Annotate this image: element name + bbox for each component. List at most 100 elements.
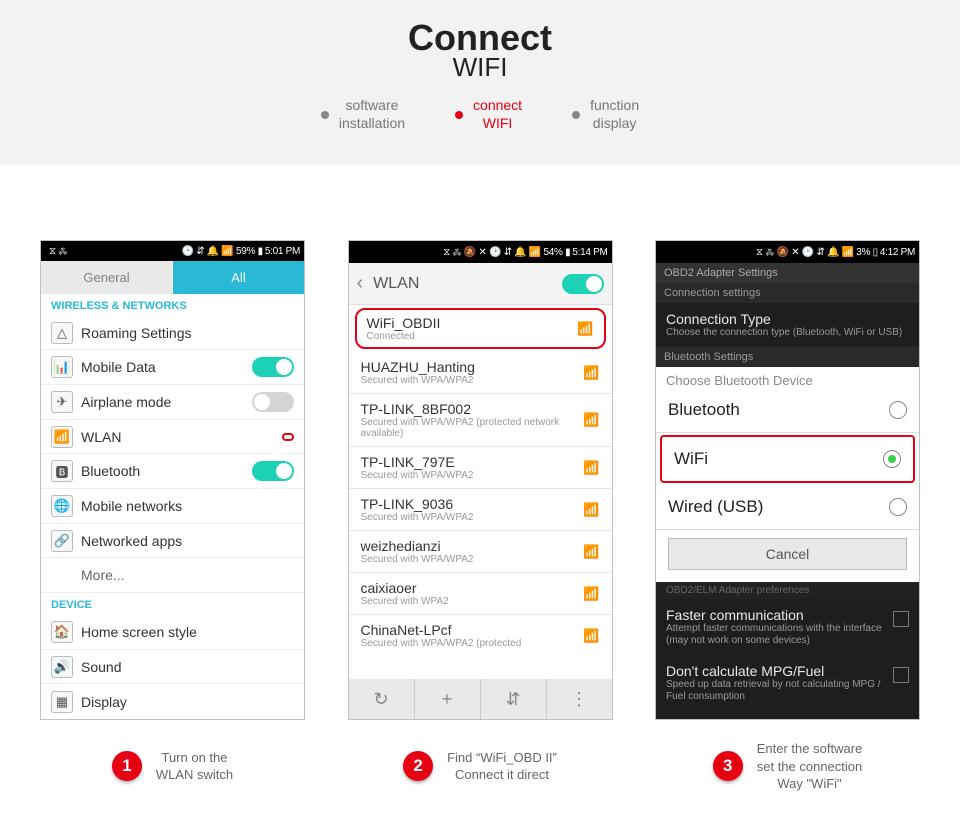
row-airplane[interactable]: ✈ Airplane mode xyxy=(41,385,304,420)
opt-wired[interactable]: Wired (USB) xyxy=(656,485,919,530)
airplane-icon: ✈ xyxy=(51,391,73,413)
wifi-signal-icon: 📶 xyxy=(583,365,599,381)
wifi-obdii-highlight[interactable]: WiFi_OBDII Connected 📶 xyxy=(355,308,606,349)
caption-1: 1 Turn on theWLAN switch xyxy=(40,740,305,793)
row-home-screen[interactable]: 🏠 Home screen style xyxy=(41,615,304,650)
item-faster-comm[interactable]: Faster communication Attempt faster comm… xyxy=(656,599,919,655)
dot-icon xyxy=(455,111,463,119)
toggle-on[interactable] xyxy=(252,357,294,377)
tab-all[interactable]: All xyxy=(172,261,304,294)
row-more[interactable]: More... xyxy=(41,558,304,593)
phone-wlan: ⧖ ⁂ 🔕 ✕ 🕑 ⇵ 🔔 📶 54% ▮ 5:14 PM ‹ WLAN WiF… xyxy=(348,240,613,720)
row-mobile-data[interactable]: 📊 Mobile Data xyxy=(41,350,304,385)
toggle-off[interactable] xyxy=(252,392,294,412)
radio-selected-icon xyxy=(883,450,901,468)
wifi-signal-icon: 📶 xyxy=(577,321,593,337)
status-bar: ⧖ ⁂ 🔕 ✕ 🕑 ⇵ 🔔 📶 54% ▮ 5:14 PM xyxy=(349,241,612,263)
app-title: OBD2 Adapter Settings xyxy=(656,263,919,283)
row-roaming[interactable]: △ Roaming Settings xyxy=(41,316,304,351)
row-label: Display xyxy=(81,694,294,710)
refresh-icon[interactable]: ↻ xyxy=(349,679,415,719)
checkbox-icon[interactable] xyxy=(893,611,909,627)
sort-icon[interactable]: ⇵ xyxy=(481,679,547,719)
row-label: Roaming Settings xyxy=(81,325,294,341)
row-label: Home screen style xyxy=(81,624,294,640)
row-wlan[interactable]: 📶 WLAN xyxy=(41,420,304,455)
netapps-icon: 🔗 xyxy=(51,530,73,552)
row-sound[interactable]: 🔊 Sound xyxy=(41,650,304,685)
bottom-action-bar: ↻ + ⇵ ⋮ xyxy=(349,679,612,719)
row-networked-apps[interactable]: 🔗 Networked apps xyxy=(41,524,304,559)
phone-obd-settings: ⧖ ⁂ 🔕 ✕ 🕑 ⇵ 🔔 📶 3% ▯ 4:12 PM OBD2 Adapte… xyxy=(655,240,920,720)
bullet-software: softwareinstallation xyxy=(321,97,405,132)
row-mobile-networks[interactable]: 🌐 Mobile networks xyxy=(41,489,304,524)
wifi-item[interactable]: weizhedianziSecured with WPA/WPA2📶 xyxy=(349,531,612,573)
wifi-item[interactable]: TP-LINK_9036Secured with WPA/WPA2📶 xyxy=(349,489,612,531)
bullet-row: softwareinstallation connectWIFI functio… xyxy=(0,97,960,132)
top-banner: Connect WIFI softwareinstallation connec… xyxy=(0,0,960,165)
section-bluetooth: Bluetooth Settings xyxy=(656,347,919,367)
wifi-item[interactable]: ChinaNet-LPcfSecured with WPA/WPA2 (prot… xyxy=(349,615,612,656)
wifi-item[interactable]: caixiaoerSecured with WPA2📶 xyxy=(349,573,612,615)
wifi-status: Connected xyxy=(367,331,578,342)
status-left-icons: ⧖ ⁂ xyxy=(45,246,180,257)
row-label: Sound xyxy=(81,659,294,675)
wlan-toggle-highlight xyxy=(282,433,294,441)
banner-subtitle: WIFI xyxy=(0,52,960,83)
overflow-icon[interactable]: ⋮ xyxy=(547,679,612,719)
status-right-icons: 🕑 ⇵ 🔔 📶 59% ▮ xyxy=(182,246,263,257)
wlan-icon: 📶 xyxy=(51,426,73,448)
connection-dialog: Choose Bluetooth Device Bluetooth WiFi W… xyxy=(656,367,919,582)
step-number-icon: 2 xyxy=(403,751,433,781)
wifi-signal-icon: 📶 xyxy=(583,586,599,602)
row-bluetooth[interactable]: 🅱 Bluetooth xyxy=(41,454,304,489)
wifi-signal-icon: 📶 xyxy=(583,460,599,476)
section-adapter-prefs: OBD2/ELM Adapter preferences xyxy=(656,582,919,599)
tab-general[interactable]: General xyxy=(41,261,172,294)
banner-title: Connect xyxy=(0,20,960,56)
roaming-icon: △ xyxy=(51,322,73,344)
row-label: WLAN xyxy=(81,429,274,445)
sound-icon: 🔊 xyxy=(51,656,73,678)
row-label: Airplane mode xyxy=(81,394,244,410)
checkbox-icon[interactable] xyxy=(893,667,909,683)
wlan-master-toggle[interactable] xyxy=(562,274,604,294)
status-bar: ⧖ ⁂ 🔕 ✕ 🕑 ⇵ 🔔 📶 3% ▯ 4:12 PM xyxy=(656,241,919,263)
add-icon[interactable]: + xyxy=(415,679,481,719)
display-icon: ▦ xyxy=(51,691,73,713)
bullet-connect: connectWIFI xyxy=(455,97,522,132)
dialog-title-hint: Choose Bluetooth Device xyxy=(656,367,919,388)
status-time: 5:01 PM xyxy=(265,246,300,257)
item-mpg[interactable]: Don't calculate MPG/Fuel Speed up data r… xyxy=(656,655,919,711)
item-connection-type[interactable]: Connection Type Choose the connection ty… xyxy=(656,303,919,347)
bullet-function: functiondisplay xyxy=(572,97,639,132)
bluetooth-icon: 🅱 xyxy=(51,460,73,482)
caption-3: 3 Enter the softwareset the connectionWa… xyxy=(655,740,920,793)
section-connection: Connection settings xyxy=(656,283,919,303)
row-label: Bluetooth xyxy=(81,463,244,479)
back-icon[interactable]: ‹ xyxy=(357,272,364,295)
toggle-on[interactable] xyxy=(252,461,294,481)
tabs: General All xyxy=(41,261,304,294)
row-label: Networked apps xyxy=(81,533,294,549)
caption-2: 2 Find “WiFi_OBD II”Connect it direct xyxy=(348,740,613,793)
wlan-title: WLAN xyxy=(373,275,551,293)
row-label: Mobile Data xyxy=(81,359,244,375)
cancel-button[interactable]: Cancel xyxy=(668,538,907,570)
row-display[interactable]: ▦ Display xyxy=(41,684,304,719)
section-device: DEVICE xyxy=(41,593,304,615)
wlan-header: ‹ WLAN xyxy=(349,263,612,305)
radio-icon xyxy=(889,498,907,516)
row-label: More... xyxy=(81,567,294,583)
opt-bluetooth[interactable]: Bluetooth xyxy=(656,388,919,433)
wifi-signal-icon: 📶 xyxy=(583,412,599,428)
status-right-icons: ⧖ ⁂ 🔕 ✕ 🕑 ⇵ 🔔 📶 3% ▯ xyxy=(756,247,878,258)
wifi-item[interactable]: TP-LINK_8BF002Secured with WPA/WPA2 (pro… xyxy=(349,394,612,447)
status-time: 4:12 PM xyxy=(880,247,915,258)
wifi-item[interactable]: HUAZHU_HantingSecured with WPA/WPA2📶 xyxy=(349,352,612,394)
captions-row: 1 Turn on theWLAN switch 2 Find “WiFi_OB… xyxy=(40,740,920,793)
status-time: 5:14 PM xyxy=(572,247,607,258)
wifi-item[interactable]: TP-LINK_797ESecured with WPA/WPA2📶 xyxy=(349,447,612,489)
opt-wifi-highlight[interactable]: WiFi xyxy=(660,435,915,483)
step-number-icon: 1 xyxy=(112,751,142,781)
